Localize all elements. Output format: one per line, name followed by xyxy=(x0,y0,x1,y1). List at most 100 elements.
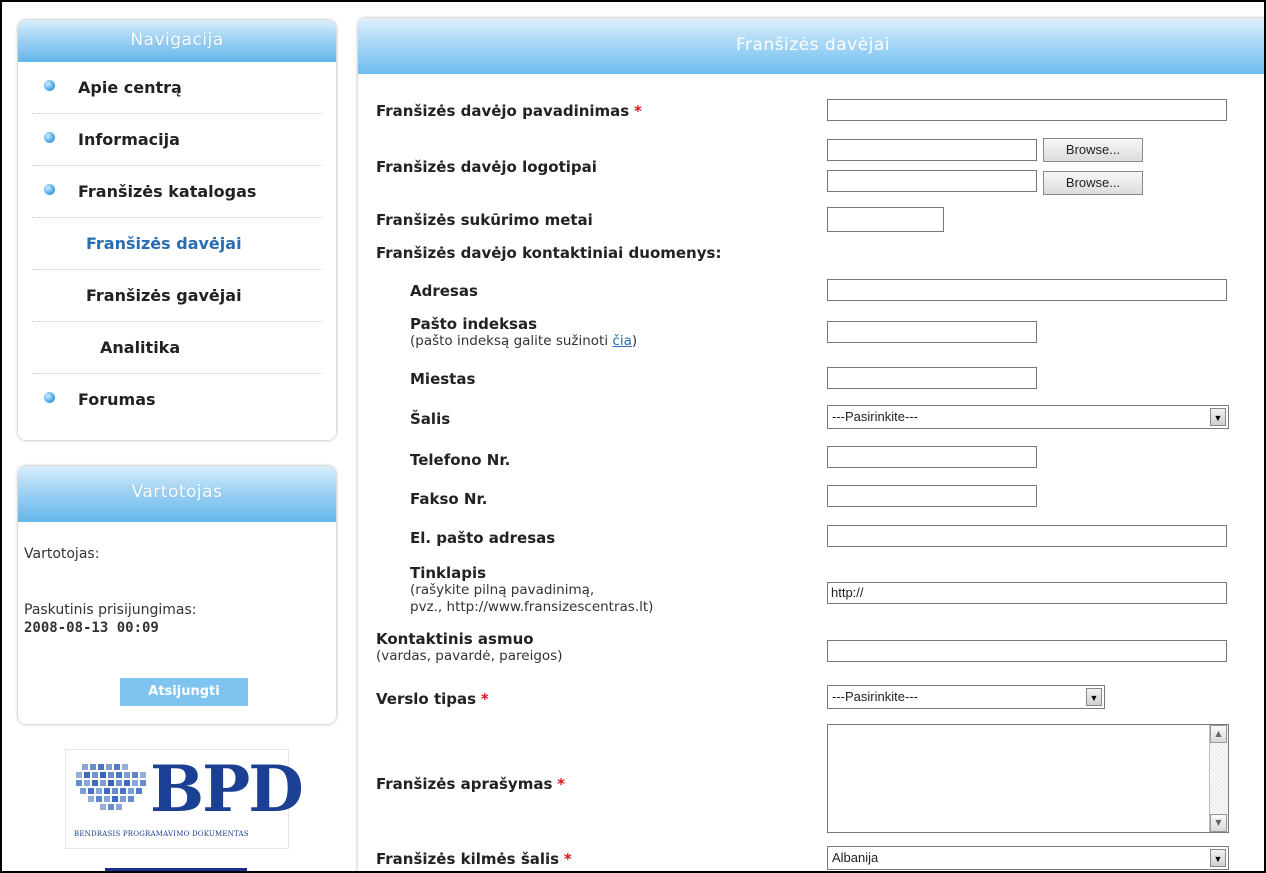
country-select-value: ---Pasirinkite--- xyxy=(832,409,918,424)
name-input[interactable] xyxy=(827,99,1227,121)
logo-file-input-2[interactable] xyxy=(827,170,1037,192)
lithuania-map-dots-icon xyxy=(76,764,146,810)
nav-subitem-fransizes-davejai[interactable]: Franšizės davėjai xyxy=(32,218,322,270)
postcode-input[interactable] xyxy=(827,321,1037,343)
bpd-logo-caption: BENDRASIS PROGRAMAVIMO DOKUMENTAS xyxy=(74,830,249,838)
postcode-label: Pašto indeksas xyxy=(410,315,538,333)
contacts-heading-row: Franšizės davėjo kontaktiniai duomenys: xyxy=(376,244,721,262)
browse-button-2[interactable]: Browse... xyxy=(1043,171,1143,195)
nav-item-label: Franšizės katalogas xyxy=(78,182,257,201)
contact-person-input[interactable] xyxy=(827,640,1227,662)
bpd-logo-text: BPD xyxy=(150,752,304,827)
business-type-row: Verslo tipas * xyxy=(376,690,489,708)
postcode-hint-suffix: ) xyxy=(631,333,638,349)
email-label: El. pašto adresas xyxy=(410,529,556,547)
user-label: Vartotojas: xyxy=(24,546,100,562)
nav-item-label: Analitika xyxy=(100,338,181,357)
contact-person-label: Kontaktinis asmuo xyxy=(376,630,534,648)
dropdown-arrow-icon: ▼ xyxy=(1086,688,1102,706)
fax-row: Fakso Nr. xyxy=(410,490,487,508)
bullet-icon xyxy=(44,184,55,195)
user-panel-title: Vartotojas xyxy=(18,466,336,522)
origin-label: Franšizės kilmės šalis xyxy=(376,850,560,868)
address-input[interactable] xyxy=(827,279,1227,301)
fax-input[interactable] xyxy=(827,485,1037,507)
website-row: Tinklapis (rašykite pilną pavadinimą, pv… xyxy=(410,564,653,616)
name-label: Franšizės davėjo pavadinimas xyxy=(376,102,630,120)
email-row: El. pašto adresas xyxy=(410,529,555,547)
form-title: Franšizės davėjai xyxy=(358,18,1264,74)
navigation-title: Navigacija xyxy=(18,20,336,62)
contact-person-hint: (vardas, pavardė, pareigos) xyxy=(376,648,563,664)
bullet-icon xyxy=(44,392,55,403)
country-select[interactable]: ---Pasirinkite--- ▼ xyxy=(827,405,1229,429)
country-row: Šalis xyxy=(410,410,450,428)
contacts-heading: Franšizės davėjo kontaktiniai duomenys: xyxy=(376,244,722,262)
logos-row: Franšizės davėjo logotipai xyxy=(376,158,597,176)
nav-item-label: Informacija xyxy=(78,130,180,149)
city-label: Miestas xyxy=(410,370,476,388)
last-login-label: Paskutinis prisijungimas: xyxy=(24,602,197,618)
postcode-hint: (pašto indeksą galite sužinoti čia) xyxy=(410,333,637,350)
nav-item-label: Franšizės gavėjai xyxy=(86,286,242,305)
contact-person-row: Kontaktinis asmuo (vardas, pavardė, pare… xyxy=(376,630,562,665)
bullet-icon xyxy=(44,80,55,91)
page-frame: Navigacija Apie centrą Informacija Franš… xyxy=(0,0,1266,873)
nav-item-label: Apie centrą xyxy=(78,78,182,97)
nav-subitem-fransizes-gavejai[interactable]: Franšizės gavėjai xyxy=(32,270,322,322)
textarea-scrollbar[interactable]: ▲ ▼ xyxy=(1209,725,1228,832)
business-type-select[interactable]: ---Pasirinkite--- ▼ xyxy=(827,685,1105,709)
bpd-logo[interactable]: BPD BENDRASIS PROGRAMAVIMO DOKUMENTAS xyxy=(65,749,304,849)
country-label: Šalis xyxy=(410,410,451,428)
nav-item-apie-centra[interactable]: Apie centrą xyxy=(32,62,322,114)
phone-label: Telefono Nr. xyxy=(410,451,511,469)
nav-item-forumas[interactable]: Forumas xyxy=(32,374,322,425)
nav-item-fransizes-katalogas[interactable]: Franšizės katalogas xyxy=(32,166,322,218)
phone-row: Telefono Nr. xyxy=(410,451,510,469)
bullet-icon xyxy=(44,132,55,143)
origin-country-select[interactable]: Albanija ▼ xyxy=(827,846,1229,870)
scroll-down-icon[interactable]: ▼ xyxy=(1210,814,1227,832)
description-label: Franšizės aprašymas xyxy=(376,775,553,793)
required-mark: * xyxy=(634,102,642,120)
website-input[interactable]: http:// xyxy=(827,582,1227,604)
scroll-up-icon[interactable]: ▲ xyxy=(1210,725,1227,743)
browse-button-1[interactable]: Browse... xyxy=(1043,138,1143,162)
year-row: Franšizės sukūrimo metai xyxy=(376,211,593,229)
origin-select-value: Albanija xyxy=(832,850,879,865)
nav-item-informacija[interactable]: Informacija xyxy=(32,114,322,166)
address-row: Adresas xyxy=(410,282,478,300)
city-input[interactable] xyxy=(827,367,1037,389)
dropdown-arrow-icon: ▼ xyxy=(1210,408,1226,426)
address-label: Adresas xyxy=(410,282,478,300)
description-row: Franšizės aprašymas * xyxy=(376,775,565,793)
nav-item-label: Forumas xyxy=(78,390,156,409)
eu-flag-logo xyxy=(105,868,247,871)
website-label: Tinklapis xyxy=(410,564,487,582)
email-input[interactable] xyxy=(827,525,1227,547)
dropdown-arrow-icon: ▼ xyxy=(1210,849,1226,867)
nav-subitem-analitika[interactable]: Analitika xyxy=(32,322,322,374)
fax-label: Fakso Nr. xyxy=(410,490,488,508)
year-label: Franšizės sukūrimo metai xyxy=(376,211,593,229)
name-row: Franšizės davėjo pavadinimas * xyxy=(376,102,642,120)
website-hint-2: pvz., http://www.fransizescentras.lt) xyxy=(410,599,654,615)
origin-row: Franšizės kilmės šalis * xyxy=(376,850,572,868)
postcode-hint-prefix: (pašto indeksą galite sužinoti xyxy=(410,333,613,349)
city-row: Miestas xyxy=(410,370,475,388)
business-type-label: Verslo tipas xyxy=(376,690,477,708)
required-mark: * xyxy=(480,690,489,708)
logos-label: Franšizės davėjo logotipai xyxy=(376,158,597,176)
required-mark: * xyxy=(563,850,572,868)
year-input[interactable] xyxy=(827,207,944,232)
description-textarea[interactable]: ▲ ▼ xyxy=(827,724,1229,833)
website-hint-1: (rašykite pilną pavadinimą, xyxy=(410,582,595,598)
nav-item-label: Franšizės davėjai xyxy=(86,234,242,253)
postcode-row: Pašto indeksas (pašto indeksą galite suž… xyxy=(410,315,637,350)
logo-file-input-1[interactable] xyxy=(827,139,1037,161)
postcode-lookup-link[interactable]: čia xyxy=(612,333,631,349)
logout-button[interactable]: Atsijungti xyxy=(120,678,248,706)
phone-input[interactable] xyxy=(827,446,1037,468)
user-panel: Vartotojas Vartotojas: Paskutinis prisij… xyxy=(18,466,336,724)
main-form-panel: Franšizės davėjai Franšizės davėjo pavad… xyxy=(358,18,1264,871)
